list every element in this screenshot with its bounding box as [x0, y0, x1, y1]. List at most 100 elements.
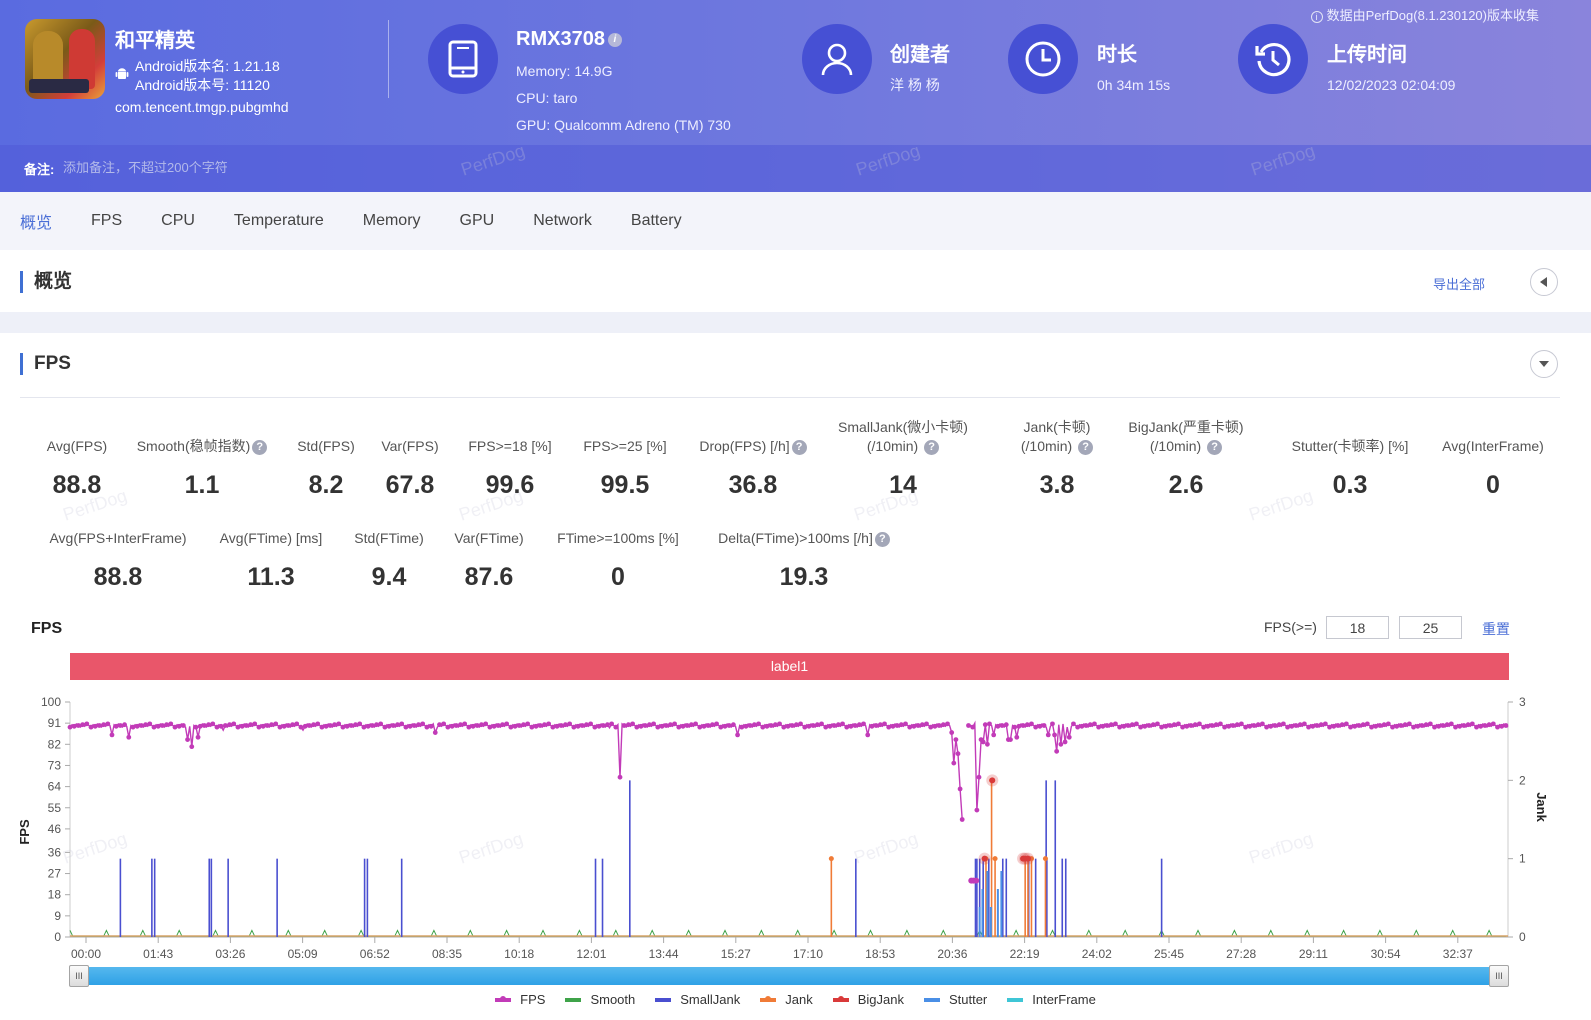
- stat-label-unit-text: (/10min): [1149, 438, 1202, 454]
- stat-label-text: Avg(FTime) [ms]: [219, 530, 323, 546]
- stat-smooth: Smooth(稳帧指数)? 1.1: [127, 437, 277, 511]
- legend-item-interframe[interactable]: InterFrame: [1007, 992, 1096, 1007]
- fps-point: [1427, 721, 1433, 727]
- legend-item-jank[interactable]: Jank: [760, 992, 813, 1007]
- stat-label-text: Smooth(稳帧指数): [136, 438, 251, 454]
- android-version-name: Android版本名: 1.21.18: [135, 58, 280, 74]
- tab-memory[interactable]: Memory: [363, 212, 421, 230]
- stat-label: FPS>=25 [%]: [575, 437, 675, 456]
- y-tick-label: 0: [54, 930, 61, 944]
- help-icon[interactable]: ?: [874, 531, 890, 547]
- x-tick-label: 17:10: [793, 947, 823, 961]
- collapse-left-button[interactable]: [1530, 268, 1558, 296]
- android-icon: [115, 68, 129, 79]
- export-all-button[interactable]: 导出全部: [1433, 274, 1485, 293]
- stat-value: 0: [1486, 471, 1500, 499]
- legend-item-fps[interactable]: FPS: [495, 992, 545, 1007]
- stat-std-fps: Std(FPS) 8.2: [291, 437, 361, 511]
- stat-value: 99.6: [485, 471, 535, 499]
- fps-point: [609, 721, 615, 727]
- tab-cpu[interactable]: CPU: [161, 212, 195, 230]
- fps-point: [109, 732, 115, 738]
- fps-point: [1293, 723, 1299, 728]
- help-icon[interactable]: ?: [924, 439, 940, 455]
- fps-point: [1033, 724, 1039, 730]
- legend-item-smalljank[interactable]: SmallJank: [655, 992, 740, 1007]
- creator-title: 创建者: [890, 44, 950, 66]
- fps-threshold-2-input[interactable]: [1399, 616, 1462, 639]
- jank-point: [1042, 856, 1048, 862]
- fps-point: [1444, 722, 1450, 728]
- stat-label: Std(FTime): [344, 529, 434, 548]
- tab-gpu[interactable]: GPU: [460, 212, 495, 230]
- fps-point: [1113, 721, 1118, 727]
- fps-point: [1364, 721, 1370, 727]
- y-tick-label: 46: [48, 822, 62, 836]
- device-info-icon[interactable]: i: [607, 32, 622, 47]
- creator-icon-circle: [802, 24, 872, 94]
- fps-point: [260, 723, 266, 729]
- fps-point: [1155, 721, 1160, 727]
- collapse-down-button[interactable]: [1530, 350, 1558, 378]
- fps-point: [424, 724, 430, 730]
- duration-icon-circle: [1008, 24, 1078, 94]
- label-bar[interactable]: label1: [70, 653, 1509, 680]
- fps-point: [613, 724, 619, 730]
- slider-handle-end[interactable]: III: [1489, 965, 1509, 987]
- note-input[interactable]: [63, 157, 463, 177]
- help-icon[interactable]: ?: [791, 439, 807, 455]
- fps-point: [1020, 723, 1026, 728]
- fps-point: [651, 721, 656, 727]
- tab-temperature[interactable]: Temperature: [234, 212, 324, 230]
- fps-point: [1465, 722, 1471, 728]
- legend-item-stutter[interactable]: Stutter: [923, 992, 987, 1007]
- fps-point: [915, 723, 921, 728]
- slider-handle-start[interactable]: III: [69, 965, 89, 987]
- fps-point: [75, 723, 81, 728]
- legend-label: Smooth: [590, 992, 636, 1007]
- legend-item-bigjank[interactable]: BigJank: [832, 992, 904, 1007]
- chart-title: FPS: [31, 620, 63, 637]
- reset-button[interactable]: 重置: [1482, 619, 1510, 639]
- tab-network[interactable]: Network: [533, 212, 592, 230]
- fps-point: [718, 724, 724, 730]
- device-model-text: RMX3708: [516, 28, 605, 50]
- fps-point: [319, 724, 325, 730]
- fps-point: [437, 722, 442, 728]
- stat-avg-fps: Avg(FPS) 88.8: [37, 437, 117, 511]
- fps-point: [1251, 723, 1257, 728]
- help-icon[interactable]: ?: [1078, 439, 1094, 455]
- jank-point: [828, 856, 834, 862]
- fps-point: [1474, 724, 1479, 730]
- fps-point: [1499, 723, 1505, 729]
- fps-point: [802, 724, 808, 730]
- fps-point: [340, 724, 346, 730]
- fps-point: [907, 724, 913, 730]
- time-range-slider[interactable]: III III: [69, 965, 1509, 987]
- fps-point: [984, 741, 990, 747]
- fps-point: [856, 722, 862, 728]
- fps-chart[interactable]: 0 9 18 27 36 46 55 64 73 82 91 100 0 1 2 3 00:00 01:43 03:…: [0, 685, 1591, 965]
- help-icon[interactable]: ?: [1207, 439, 1223, 455]
- tab-overview[interactable]: 概览: [20, 209, 52, 233]
- stat-value: 19.3: [779, 563, 829, 591]
- fps-point: [168, 721, 174, 727]
- stat-label: Avg(FPS): [37, 437, 117, 456]
- fps-point: [311, 722, 316, 728]
- tab-battery[interactable]: Battery: [631, 212, 682, 230]
- stat-value: 1.1: [184, 471, 220, 499]
- fps-point: [1184, 723, 1190, 729]
- x-tick-label: 01:43: [143, 947, 173, 961]
- fps-point: [726, 723, 732, 728]
- tab-fps[interactable]: FPS: [91, 212, 122, 230]
- legend-item-smooth[interactable]: Smooth: [565, 992, 635, 1007]
- fps-point: [525, 721, 531, 727]
- stat-label: Avg(FPS+InterFrame): [38, 529, 198, 548]
- fps-point: [1205, 723, 1211, 729]
- device-specs: Memory: 14.9G CPU: taro GPU: Qualcomm Ad…: [516, 58, 731, 139]
- fps-threshold-1-input[interactable]: [1326, 616, 1389, 639]
- fps-point: [957, 786, 963, 792]
- fps-point: [550, 724, 556, 730]
- help-icon[interactable]: ?: [252, 439, 268, 455]
- fps-point: [701, 723, 707, 729]
